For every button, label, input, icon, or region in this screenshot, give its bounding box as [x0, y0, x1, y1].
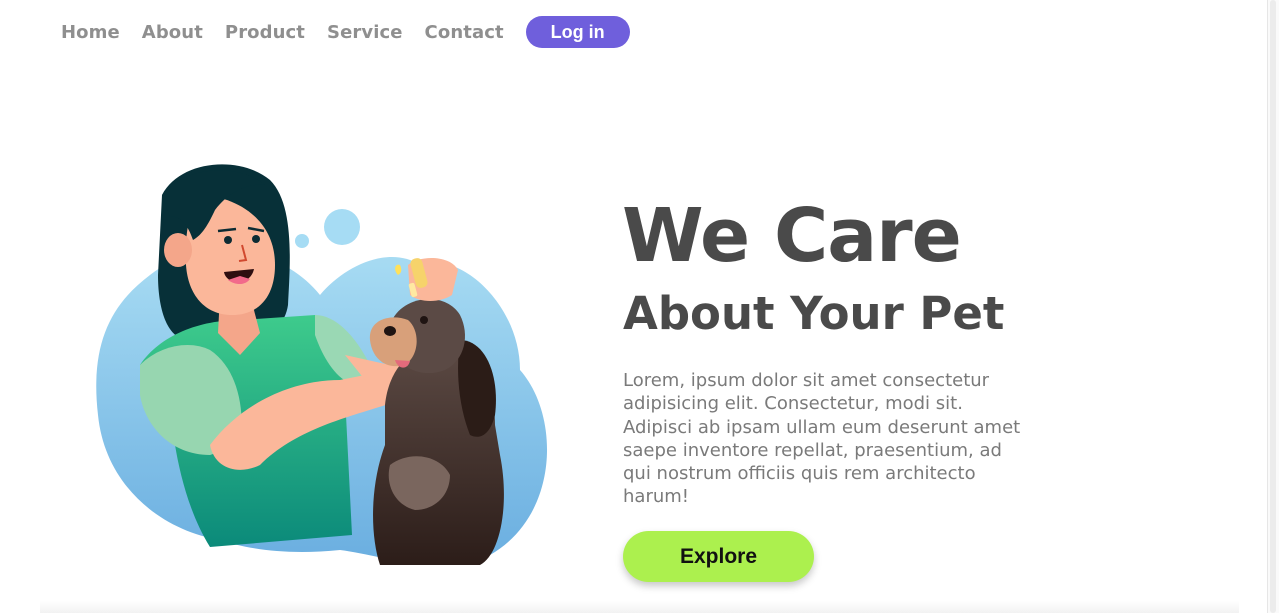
- bottom-shadow: [40, 601, 1239, 613]
- nav-link-home[interactable]: Home: [61, 22, 120, 43]
- explore-button[interactable]: Explore: [623, 531, 814, 582]
- scrollbar-thumb[interactable]: [1270, 0, 1276, 613]
- login-button[interactable]: Log in: [525, 16, 630, 48]
- nav-link-product[interactable]: Product: [225, 22, 305, 43]
- hero-description: Lorem, ipsum dolor sit amet consectetur …: [623, 370, 1021, 508]
- vet-illustration: [96, 164, 548, 565]
- page: Home About Product Service Contact Log i…: [0, 0, 1279, 613]
- top-nav: Home About Product Service Contact Log i…: [61, 16, 630, 48]
- nav-link-about[interactable]: About: [142, 22, 203, 43]
- nav-link-service[interactable]: Service: [327, 22, 403, 43]
- vertical-scrollbar[interactable]: [1267, 0, 1279, 613]
- hero-subtitle: About Your Pet: [623, 287, 1005, 340]
- nav-link-contact[interactable]: Contact: [425, 22, 504, 43]
- hero-title: We Care: [622, 193, 962, 279]
